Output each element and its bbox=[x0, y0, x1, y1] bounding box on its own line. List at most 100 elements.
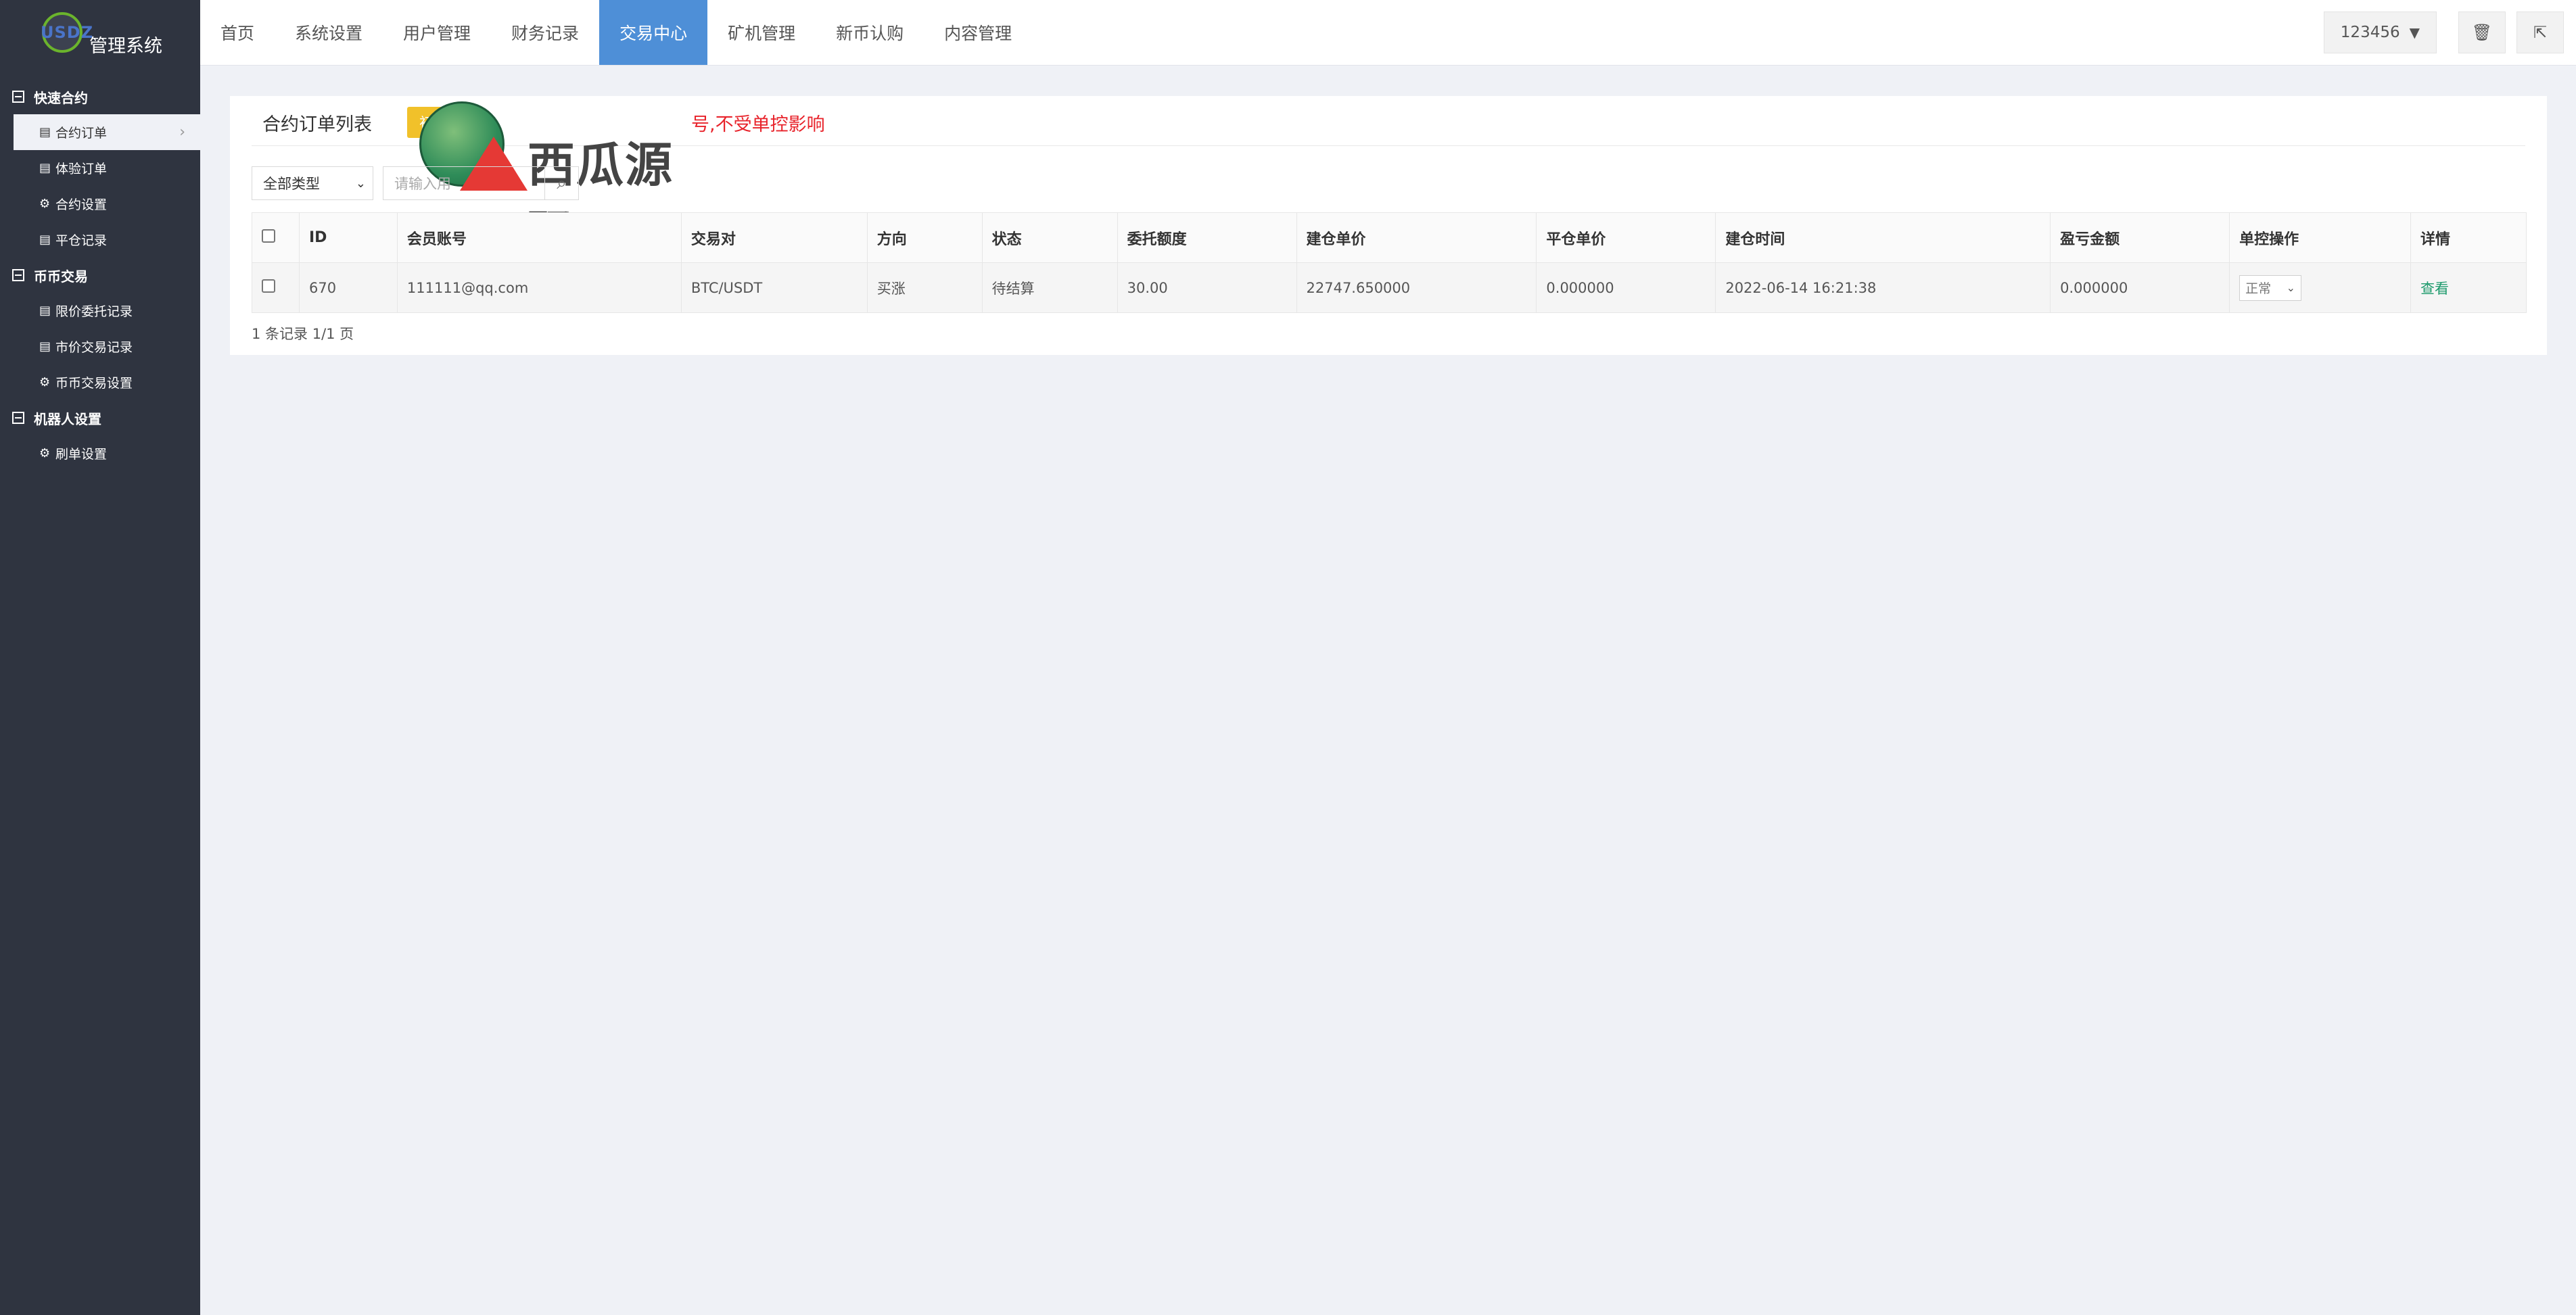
sidebar-item-limit-orders[interactable]: ▤ 限价委托记录 bbox=[0, 293, 200, 329]
cell-pair: BTC/USDT bbox=[680, 262, 868, 313]
sidebar-item-label: 币币交易设置 bbox=[55, 376, 133, 391]
sidebar-item-trial-orders[interactable]: ▤ 体验订单 bbox=[0, 150, 200, 186]
row-checkbox-cell bbox=[252, 262, 300, 313]
col-open-time: 建仓时间 bbox=[1715, 212, 2051, 263]
col-pair: 交易对 bbox=[680, 212, 868, 263]
collapse-icon bbox=[12, 412, 24, 424]
sidebar-section-title: 机器人设置 bbox=[34, 410, 101, 427]
cell-control: 正常 ⌄ bbox=[2229, 262, 2411, 313]
sidebar-item-label: 体验订单 bbox=[55, 162, 108, 176]
col-status: 状态 bbox=[981, 212, 1118, 263]
tab-user-management[interactable]: 用户管理 bbox=[383, 0, 491, 65]
sidebar-item-contract-settings[interactable]: ⚙ 合约设置 bbox=[0, 186, 200, 222]
control-select-value: 正常 bbox=[2245, 281, 2272, 296]
control-select[interactable]: 正常 ⌄ bbox=[2239, 274, 2302, 301]
sidebar-item-label: 合约设置 bbox=[55, 197, 108, 212]
sidebar-item-label: 限价委托记录 bbox=[55, 304, 133, 319]
cell-detail: 查看 bbox=[2410, 262, 2527, 313]
row-checkbox[interactable] bbox=[262, 279, 275, 293]
gear-icon: ⚙ bbox=[39, 446, 51, 460]
search-placeholder: 请输入用 bbox=[394, 176, 451, 192]
tab-new-coin-subscription[interactable]: 新币认购 bbox=[816, 0, 924, 65]
tab-system-settings[interactable]: 系统设置 bbox=[275, 0, 383, 65]
table-row: 670 111111@qq.com BTC/USDT 买涨 待结算 30.00 … bbox=[252, 262, 2527, 313]
sidebar-item-market-records[interactable]: ▤ 市价交易记录 bbox=[0, 329, 200, 364]
table-icon: ▤ bbox=[39, 125, 51, 139]
cell-status: 待结算 bbox=[981, 262, 1118, 313]
user-menu-button[interactable]: 123456 ▼ bbox=[2323, 11, 2437, 53]
sidebar-section-title: 快速合约 bbox=[34, 89, 88, 106]
col-id: ID bbox=[298, 212, 398, 263]
cell-id: 670 bbox=[298, 262, 398, 313]
col-close-price: 平仓单价 bbox=[1536, 212, 1716, 263]
filter-bar: 全部类型 ⌄ 请输入用 ⌕ bbox=[252, 166, 579, 200]
tab-home[interactable]: 首页 bbox=[200, 0, 275, 65]
app-title: 管理系统 bbox=[89, 36, 162, 57]
col-detail: 详情 bbox=[2410, 212, 2527, 263]
col-amount: 委托额度 bbox=[1117, 212, 1297, 263]
sidebar: USDZ 管理系统 快速合约 ▤ 合约订单 › ▤ 体验订单 ⚙ 合约设置 ▤ … bbox=[0, 0, 200, 1315]
sidebar-item-label: 平仓记录 bbox=[55, 233, 108, 248]
table-icon: ▤ bbox=[39, 161, 51, 175]
cell-amount: 30.00 bbox=[1117, 262, 1297, 313]
collapse-icon bbox=[12, 91, 24, 103]
col-open-price: 建仓单价 bbox=[1296, 212, 1537, 263]
top-nav-tabs: 首页 系统设置 用户管理 财务记录 交易中心 矿机管理 新币认购 内容管理 bbox=[200, 0, 1032, 65]
page-title: 合约订单列表 bbox=[262, 114, 372, 135]
tab-trading-center[interactable]: 交易中心 bbox=[599, 0, 708, 65]
sidebar-section-title: 币币交易 bbox=[34, 268, 88, 285]
pagination-info: 1 条记录 1/1 页 bbox=[252, 326, 354, 342]
sidebar-section-robot-settings[interactable]: 机器人设置 bbox=[0, 400, 200, 435]
logo-text: USDZ bbox=[41, 23, 94, 42]
tab-content-management[interactable]: 内容管理 bbox=[924, 0, 1032, 65]
col-pnl: 盈亏金额 bbox=[2050, 212, 2230, 263]
col-control: 单控操作 bbox=[2229, 212, 2411, 263]
type-select[interactable]: 全部类型 ⌄ bbox=[252, 166, 373, 200]
sidebar-item-contract-orders[interactable]: ▤ 合约订单 › bbox=[14, 114, 200, 150]
sidebar-item-close-records[interactable]: ▤ 平仓记录 bbox=[0, 222, 200, 258]
contract-orders-panel: 合约订单列表 初始 号,不受单控影响 西瓜源码 全部类型 ⌄ 请输入用 ⌕ ID… bbox=[230, 96, 2547, 355]
sidebar-item-label: 合约订单 bbox=[55, 126, 108, 141]
chevron-down-icon: ⌄ bbox=[2286, 281, 2296, 294]
sidebar-item-coin-settings[interactable]: ⚙ 币币交易设置 bbox=[0, 364, 200, 400]
chevron-right-icon: › bbox=[179, 124, 185, 141]
cell-open-time: 2022-06-14 16:21:38 bbox=[1715, 262, 2051, 313]
col-direction: 方向 bbox=[866, 212, 983, 263]
table-icon: ▤ bbox=[39, 339, 51, 354]
sidebar-section-coin-trading[interactable]: 币币交易 bbox=[0, 258, 200, 293]
view-detail-link[interactable]: 查看 bbox=[2420, 281, 2449, 297]
top-navbar: 首页 系统设置 用户管理 财务记录 交易中心 矿机管理 新币认购 内容管理 12… bbox=[200, 0, 2576, 66]
col-account: 会员账号 bbox=[396, 212, 682, 263]
cell-account: 111111@qq.com bbox=[396, 262, 682, 313]
sidebar-section-quick-contract[interactable]: 快速合约 bbox=[0, 79, 200, 114]
clear-cache-button[interactable]: 🗑 bbox=[2458, 11, 2506, 53]
search-input[interactable]: 请输入用 bbox=[383, 166, 545, 200]
sidebar-item-brush-settings[interactable]: ⚙ 刷单设置 bbox=[0, 435, 200, 471]
select-all-checkbox[interactable] bbox=[262, 229, 275, 243]
sidebar-item-label: 刷单设置 bbox=[55, 447, 108, 462]
cell-direction: 买涨 bbox=[866, 262, 983, 313]
gear-icon: ⚙ bbox=[39, 197, 51, 211]
search-icon: ⌕ bbox=[557, 172, 567, 193]
logout-button[interactable]: ⇱ bbox=[2516, 11, 2564, 53]
table-header-row: ID 会员账号 交易对 方向 状态 委托额度 建仓单价 平仓单价 建仓时间 盈亏… bbox=[252, 212, 2527, 263]
caret-down-icon: ▼ bbox=[2409, 24, 2420, 41]
top-right-actions: 123456 ▼ 🗑 ⇱ bbox=[2323, 0, 2576, 65]
tab-miner-management[interactable]: 矿机管理 bbox=[707, 0, 816, 65]
table-icon: ▤ bbox=[39, 233, 51, 247]
trash-icon: 🗑 bbox=[2471, 23, 2493, 42]
gear-icon: ⚙ bbox=[39, 375, 51, 389]
table-icon: ▤ bbox=[39, 304, 51, 318]
type-select-value: 全部类型 bbox=[263, 176, 320, 192]
chevron-down-icon: ⌄ bbox=[355, 176, 366, 191]
sidebar-item-label: 市价交易记录 bbox=[55, 340, 133, 355]
app-logo[interactable]: USDZ 管理系统 bbox=[0, 0, 200, 66]
cell-open-price: 22747.650000 bbox=[1296, 262, 1537, 313]
username: 123456 bbox=[2340, 24, 2400, 41]
search-button[interactable]: ⌕ bbox=[545, 166, 579, 200]
logout-icon: ⇱ bbox=[2533, 23, 2548, 42]
cell-pnl: 0.000000 bbox=[2050, 262, 2230, 313]
tab-finance-records[interactable]: 财务记录 bbox=[491, 0, 599, 65]
cell-close-price: 0.000000 bbox=[1536, 262, 1716, 313]
select-all-cell bbox=[252, 212, 300, 263]
